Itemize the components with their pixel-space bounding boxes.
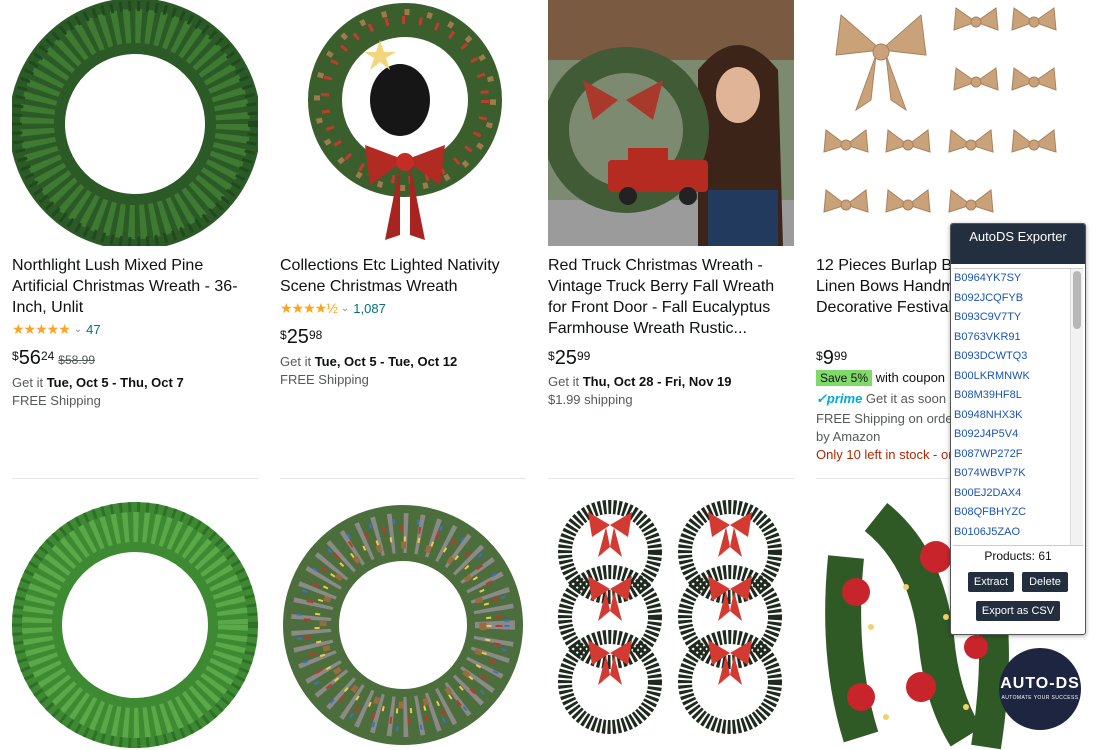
- price-row: $ 9 99: [816, 347, 847, 369]
- asin-item[interactable]: B00LKRMNWK: [953, 367, 1083, 387]
- divider: [12, 478, 258, 479]
- rating-count[interactable]: 47: [86, 322, 100, 337]
- rating[interactable]: ★★★★½ ⌄ 1,087: [280, 300, 386, 317]
- price-row: $ 56 24 $58.99: [12, 347, 95, 369]
- delivery-info: Get it Tue, Oct 5 - Tue, Oct 12: [280, 354, 458, 369]
- asin-item[interactable]: B074WBVP7K: [953, 464, 1083, 484]
- asin-item[interactable]: B0948NHX3K: [953, 406, 1083, 426]
- extract-button[interactable]: Extract: [968, 572, 1014, 592]
- divider: [548, 478, 794, 479]
- coupon-row[interactable]: Save 5% with coupon: [816, 370, 945, 386]
- asin-item[interactable]: B093C9V7TY: [953, 308, 1083, 328]
- delivery-info: Get it Tue, Oct 5 - Thu, Oct 7: [12, 375, 184, 390]
- product-image[interactable]: [12, 497, 258, 750]
- divider: [280, 478, 526, 479]
- products-count: Products: 61: [984, 549, 1052, 563]
- chevron-down-icon[interactable]: ⌄: [74, 324, 82, 335]
- product-image[interactable]: [816, 0, 1062, 246]
- shipping-info: FREE Shipping: [280, 372, 369, 387]
- asin-item[interactable]: B08QFBHYZC: [953, 503, 1083, 523]
- price-row: $ 25 99: [548, 347, 590, 369]
- product-image[interactable]: [548, 0, 794, 246]
- star-rating-icon: ★★★★½: [280, 300, 338, 316]
- search-results-grid: Northlight Lush Mixed Pine Artificial Ch…: [0, 0, 1100, 750]
- product-image[interactable]: [12, 0, 258, 246]
- autods-logo[interactable]: AUTO-DS AUTOMATE YOUR SUCCESS: [999, 648, 1081, 730]
- asin-item[interactable]: B00EJ2DAX4: [953, 484, 1083, 504]
- list-price: $58.99: [58, 353, 95, 367]
- asin-item[interactable]: B0763VKR91: [953, 328, 1083, 348]
- panel-title: AutoDS Exporter: [951, 224, 1085, 264]
- product-title[interactable]: Northlight Lush Mixed Pine Artificial Ch…: [12, 255, 258, 318]
- prime-badge-icon: ✓prime: [816, 391, 863, 406]
- product-title[interactable]: Collections Etc Lighted Nativity Scene C…: [280, 255, 526, 297]
- export-csv-button[interactable]: Export as CSV: [976, 601, 1060, 621]
- price[interactable]: $ 25 98: [280, 326, 322, 348]
- price[interactable]: $ 25 99: [548, 347, 590, 369]
- asin-item[interactable]: B087WP272F: [953, 445, 1083, 465]
- scrollbar-thumb[interactable]: [1073, 271, 1081, 329]
- star-rating-icon: ★★★★★: [12, 321, 71, 337]
- product-title[interactable]: Red Truck Christmas Wreath - Vintage Tru…: [548, 255, 794, 339]
- asin-item[interactable]: B092J4P5V4: [953, 425, 1083, 445]
- asin-item[interactable]: B08M39HF8L: [953, 386, 1083, 406]
- asin-item[interactable]: B0106J5ZAO: [953, 523, 1083, 543]
- delete-button[interactable]: Delete: [1022, 572, 1068, 592]
- price[interactable]: $ 9 99: [816, 347, 847, 369]
- shipping-info: FREE Shipping: [12, 393, 101, 408]
- prime-row: ✓prime Get it as soon as: [816, 391, 964, 406]
- product-image[interactable]: [280, 497, 526, 750]
- scrollbar[interactable]: [1070, 269, 1083, 545]
- fulfilled-info: by Amazon: [816, 429, 881, 444]
- product-image[interactable]: [548, 497, 794, 750]
- autods-exporter-panel: AutoDS Exporter B0964YK7SY B092JCQFYB B0…: [950, 223, 1086, 635]
- coupon-badge[interactable]: Save 5%: [816, 370, 873, 386]
- price-row: $ 25 98: [280, 326, 322, 348]
- asin-item[interactable]: B093DCWTQ3: [953, 347, 1083, 367]
- rating[interactable]: ★★★★★ ⌄ 47: [12, 321, 101, 338]
- rating-count[interactable]: 1,087: [353, 301, 386, 316]
- product-image[interactable]: [280, 0, 526, 246]
- free-shipping-info: FREE Shipping on orders: [816, 411, 964, 426]
- delivery-info: Get it Thu, Oct 28 - Fri, Nov 19: [548, 374, 732, 389]
- shipping-info: $1.99 shipping: [548, 392, 633, 407]
- asin-item[interactable]: B0964YK7SY: [953, 269, 1083, 289]
- asin-item[interactable]: B092JCQFYB: [953, 289, 1083, 309]
- asin-list[interactable]: B0964YK7SY B092JCQFYB B093C9V7TY B0763VK…: [953, 268, 1083, 546]
- chevron-down-icon[interactable]: ⌄: [341, 303, 349, 314]
- price[interactable]: $ 56 24: [12, 347, 54, 369]
